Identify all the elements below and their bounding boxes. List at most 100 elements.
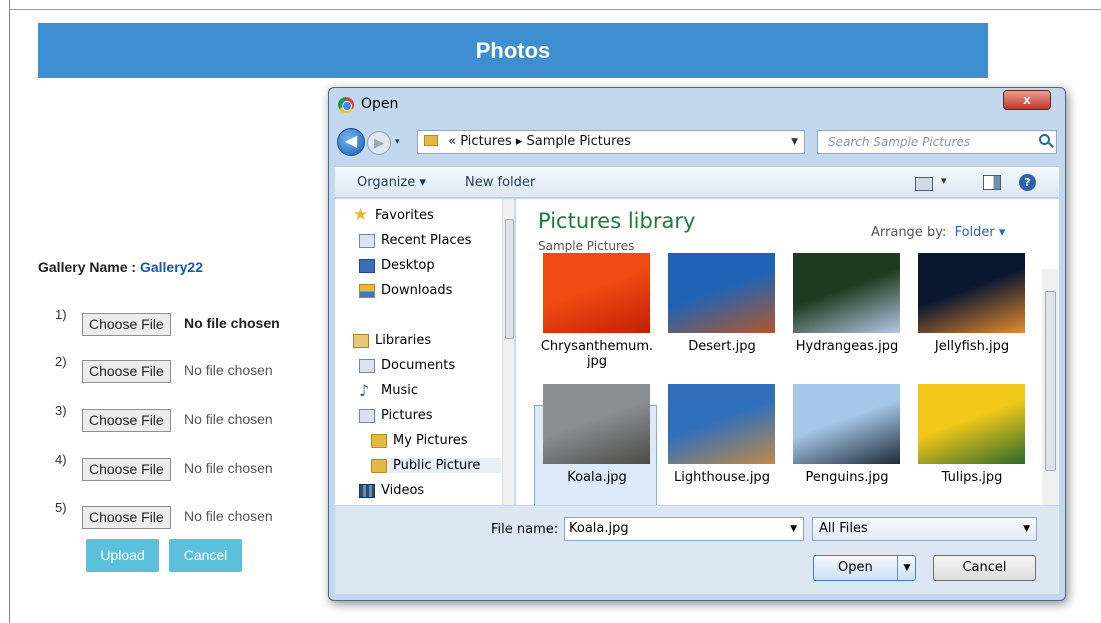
breadcrumb-pictures[interactable]: Pictures [460,134,511,149]
chevron-down-icon[interactable]: ▼ [1023,518,1030,540]
row-number: 3) [55,403,67,418]
libraries-icon [353,334,369,348]
file-name-label: File name: [491,522,559,537]
nav-label: Recent Places [381,233,472,248]
folder-icon [371,459,387,473]
gallery-name-label: Gallery Name : Gallery22 [38,259,203,275]
recent-places-icon [359,234,375,248]
file-thumbnail[interactable] [918,384,1025,464]
views-icon[interactable] [915,174,955,191]
file-name[interactable]: Hydrangeas.jpg [785,339,909,354]
organize-menu[interactable]: Organize ▾ [357,175,426,190]
file-thumbnail[interactable] [668,384,775,464]
file-name[interactable]: Desert.jpg [660,339,784,354]
row-number: 2) [55,354,67,369]
breadcrumb-sample-pictures[interactable]: Sample Pictures [527,134,631,149]
nav-label: Videos [381,483,425,498]
nav-scrollbar[interactable] [502,199,514,505]
nav-label: Music [381,383,418,398]
nav-label: Favorites [375,208,434,223]
file-name-input[interactable]: Koala.jpg ▼ [564,517,804,541]
nav-item-public-pictures[interactable]: Public Picture [371,458,501,473]
row-number: 4) [55,452,67,467]
nav-item-favorites[interactable]: ★ Favorites [353,205,434,225]
close-button[interactable]: x [1003,90,1051,110]
file-name[interactable]: Tulips.jpg [910,470,1034,485]
file-status: No file chosen [184,315,280,331]
file-thumbnail[interactable] [793,384,900,464]
search-input[interactable]: Search Sample Pictures [817,130,1057,154]
gallery-name: Gallery22 [139,259,204,275]
page-title: Photos [38,23,988,78]
file-status: No file chosen [184,460,273,476]
nav-label: Pictures [381,408,433,423]
address-overflow[interactable]: « [448,134,456,149]
upload-button[interactable]: Upload [86,539,159,572]
nav-item-music[interactable]: ♪ Music [359,381,418,400]
file-name[interactable]: Chrysanthemum. jpg [535,339,659,369]
file-type-select[interactable]: All Files ▼ [812,517,1037,541]
nav-label: My Pictures [393,433,468,448]
open-button[interactable]: Open ▼ [813,555,916,581]
search-icon[interactable] [1039,134,1050,145]
downloads-icon [359,284,375,298]
nav-label: Desktop [381,258,435,273]
forward-button[interactable]: ▶ [367,131,391,155]
file-name[interactable]: Lighthouse.jpg [660,470,784,485]
preview-pane-icon[interactable] [983,175,1001,190]
choose-file-button[interactable]: Choose File [82,313,171,336]
row-number: 1) [55,307,67,322]
content-scrollbar[interactable] [1042,269,1059,505]
arrange-dropdown[interactable]: Folder ▾ [955,225,1006,240]
choose-file-button[interactable]: Choose File [82,506,171,529]
star-icon: ★ [353,205,369,225]
scrollbar-thumb[interactable] [1045,291,1056,471]
choose-file-button[interactable]: Choose File [82,409,171,432]
nav-item-libraries[interactable]: Libraries [353,333,431,348]
documents-icon [359,359,375,373]
music-icon: ♪ [359,381,370,400]
open-label: Open [838,560,873,575]
dialog-cancel-button[interactable]: Cancel [933,555,1036,581]
file-status: No file chosen [184,508,273,524]
nav-item-pictures[interactable]: Pictures [359,408,432,423]
nav-label: Downloads [381,283,453,298]
nav-item-recent-places[interactable]: Recent Places [359,233,471,248]
folder-icon [424,135,438,146]
file-name[interactable]: Penguins.jpg [785,470,909,485]
nav-item-documents[interactable]: Documents [359,358,455,373]
breadcrumb-separator[interactable]: ▸ [516,134,523,149]
nav-item-desktop[interactable]: Desktop [359,258,435,273]
file-name[interactable]: Jellyfish.jpg [910,339,1034,354]
choose-file-button[interactable]: Choose File [82,458,171,481]
new-folder-button[interactable]: New folder [465,175,535,190]
scrollbar-thumb[interactable] [505,219,514,339]
file-thumbnail[interactable] [543,384,650,464]
file-thumbnail[interactable] [793,253,900,333]
nav-item-downloads[interactable]: Downloads [359,283,452,298]
nav-item-my-pictures[interactable]: My Pictures [371,433,468,448]
chevron-down-icon[interactable]: ▼ [791,131,798,153]
arrange-label: Arrange by: [871,225,947,240]
dialog-title: Open [361,96,399,112]
arrange-by: Arrange by: Folder ▾ [871,225,1005,240]
videos-icon [359,484,375,498]
choose-file-button[interactable]: Choose File [82,360,171,383]
cancel-button[interactable]: Cancel [169,539,242,572]
address-bar[interactable]: « Pictures ▸ Sample Pictures ▼ [417,130,805,154]
library-title: Pictures library [538,209,696,233]
file-thumbnail[interactable] [918,253,1025,333]
chevron-down-icon[interactable]: ▼ [790,518,797,540]
nav-label: Libraries [375,333,432,348]
file-name[interactable]: Koala.jpg [535,470,659,485]
recent-locations-dropdown[interactable]: ▾ [395,136,400,147]
open-file-dialog: Open x ◀ ▶ ▾ « Pictures ▸ Sample Picture… [328,87,1066,601]
file-thumbnail[interactable] [668,253,775,333]
nav-item-videos[interactable]: Videos [359,483,424,498]
open-options-dropdown[interactable]: ▼ [897,556,916,580]
help-icon[interactable]: ? [1019,174,1036,191]
navigation-pane: ★ Favorites Recent Places Desktop Downlo… [335,199,515,505]
back-button[interactable]: ◀ [337,128,365,156]
row-number: 5) [55,500,67,515]
file-thumbnail[interactable] [543,253,650,333]
